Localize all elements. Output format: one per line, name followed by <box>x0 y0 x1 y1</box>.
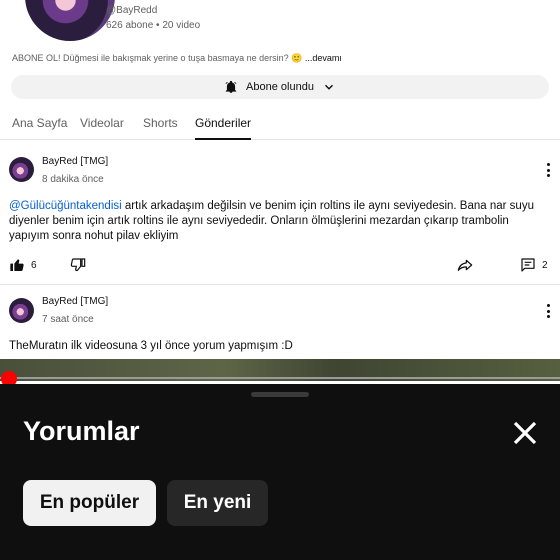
comments-sheet: Yorumlar En popüler En yeni <box>0 384 560 560</box>
divider <box>0 284 560 285</box>
post-text: TheMuratın ilk videosuna 3 yıl önce yoru… <box>9 340 293 352</box>
chevron-down-icon <box>324 84 333 90</box>
thumbs-down-icon <box>70 258 86 272</box>
drag-handle[interactable] <box>251 392 309 397</box>
like-count: 6 <box>31 259 37 271</box>
more-options-icon[interactable] <box>544 163 552 177</box>
like-button[interactable]: 6 <box>9 257 37 273</box>
comment-count: 2 <box>542 259 548 271</box>
dislike-button[interactable] <box>70 257 86 273</box>
post-time: 8 dakika önce <box>42 174 104 185</box>
comments-title: Yorumlar <box>23 416 140 446</box>
channel-avatar[interactable] <box>22 0 118 44</box>
thumbs-up-icon <box>10 259 24 272</box>
post-author-avatar[interactable] <box>9 157 34 182</box>
video-progress-bar[interactable] <box>0 377 560 379</box>
channel-handle: @BayRedd <box>106 5 158 16</box>
more-options-icon[interactable] <box>544 304 552 318</box>
channel-tabs: Ana Sayfa Videolar Shorts Gönderiler <box>0 110 560 140</box>
chip-newest[interactable]: En yeni <box>167 480 268 526</box>
post-text: @Gülücüğüntakendisi artık arkadaşım deği… <box>9 199 549 244</box>
post-author-avatar[interactable] <box>9 298 34 323</box>
comment-icon <box>521 258 535 272</box>
post-author[interactable]: BayRed [TMG] <box>42 296 108 307</box>
comments-button[interactable]: 2 <box>520 257 548 273</box>
tab-videos[interactable]: Videolar <box>80 116 124 130</box>
post-author[interactable]: BayRed [TMG] <box>42 156 108 167</box>
channel-stats: 626 abone • 20 video <box>106 20 201 31</box>
tab-home[interactable]: Ana Sayfa <box>12 116 67 130</box>
share-icon <box>457 259 473 271</box>
bell-icon <box>225 80 237 93</box>
tab-shorts[interactable]: Shorts <box>143 116 178 130</box>
channel-description-text: ABONE OL! Düğmesi ile bakışmak yerine o … <box>12 53 303 63</box>
post-time: 7 saat önce <box>42 314 94 325</box>
chip-top-comments[interactable]: En popüler <box>23 480 156 526</box>
more-link[interactable]: ...devamı <box>302 53 342 63</box>
mention-link[interactable]: @Gülücüğüntakendisi <box>9 200 122 212</box>
share-button[interactable] <box>457 257 473 273</box>
close-icon[interactable] <box>510 418 540 448</box>
tab-posts[interactable]: Gönderiler <box>195 116 252 140</box>
subscribed-label: Abone olundu <box>246 81 314 93</box>
channel-description[interactable]: ABONE OL! Düğmesi ile bakışmak yerine o … <box>12 53 552 64</box>
subscribed-button[interactable]: Abone olundu <box>11 75 549 99</box>
